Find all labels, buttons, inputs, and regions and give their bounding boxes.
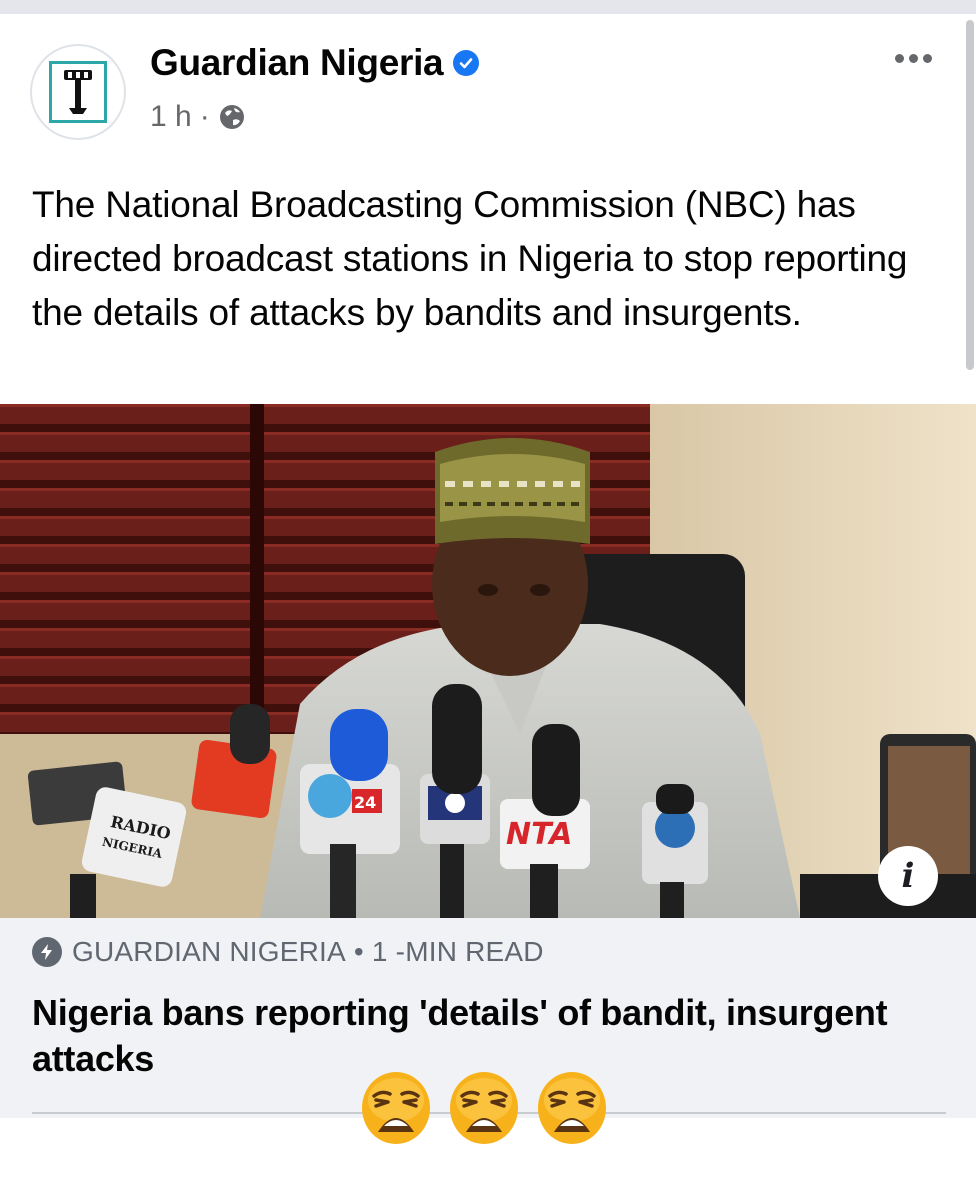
page-name[interactable]: Guardian Nigeria: [150, 42, 444, 84]
weary-face-icon: [538, 1072, 606, 1144]
post-header: Guardian Nigeria 1 h ·: [0, 14, 976, 164]
svg-text:NTA: NTA: [506, 817, 572, 852]
post-time[interactable]: 1 h: [150, 100, 192, 134]
reaction-emojis: [360, 1070, 608, 1146]
instant-article-icon: [32, 937, 62, 967]
link-separator: •: [353, 936, 364, 967]
info-button[interactable]: i: [878, 846, 938, 906]
press-conference-image: RADIO NIGERIA 24 NTA: [0, 404, 976, 918]
globe-icon: [218, 103, 246, 131]
guardian-logo-icon: [49, 61, 107, 123]
dot-icon: [895, 54, 904, 63]
link-source: GUARDIAN NIGERIA: [72, 936, 346, 967]
weary-face-icon: [450, 1072, 518, 1144]
post-photo[interactable]: RADIO NIGERIA 24 NTA i: [0, 404, 976, 918]
top-strip: [0, 0, 976, 14]
post-text: The National Broadcasting Commission (NB…: [32, 184, 908, 333]
svg-text:24: 24: [354, 793, 376, 812]
link-title[interactable]: Nigeria bans reporting 'details' of band…: [32, 990, 932, 1082]
page-avatar[interactable]: [30, 44, 126, 140]
link-source-row: GUARDIAN NIGERIA • 1 -MIN READ: [32, 936, 544, 968]
weary-face-icon: [362, 1072, 430, 1144]
link-read-time: 1 -MIN READ: [371, 936, 544, 967]
dot-icon: [909, 54, 918, 63]
post-meta: 1 h ·: [150, 100, 246, 134]
dot-icon: [923, 54, 932, 63]
meta-separator: ·: [199, 100, 210, 133]
more-options-button[interactable]: [895, 54, 932, 63]
verified-badge-icon: [453, 50, 480, 76]
